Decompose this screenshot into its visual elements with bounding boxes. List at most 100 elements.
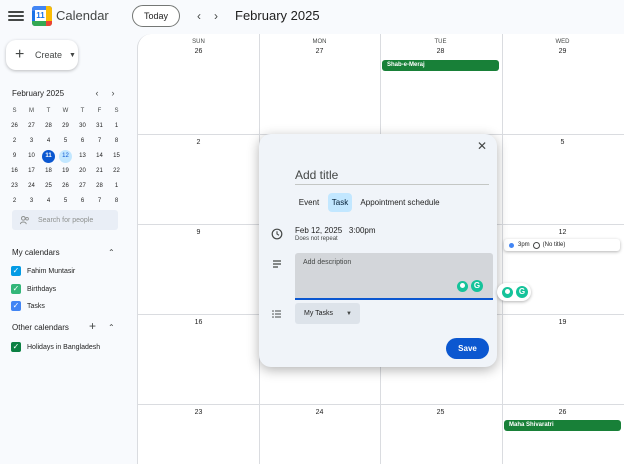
mini-day[interactable]: 28: [40, 120, 57, 133]
mini-day[interactable]: 6: [74, 135, 91, 148]
repeat-setting[interactable]: Does not repeat: [295, 236, 338, 242]
mini-day[interactable]: 2: [6, 135, 23, 148]
mini-day[interactable]: 4: [40, 135, 57, 148]
mini-day[interactable]: 9: [6, 150, 23, 163]
mini-calendar-prev-button[interactable]: ‹: [92, 88, 102, 98]
day-number[interactable]: 26: [502, 409, 623, 416]
grammarly-icon[interactable]: G: [516, 286, 528, 298]
tab-event[interactable]: Event: [295, 193, 323, 212]
mini-day[interactable]: 13: [74, 150, 91, 163]
mini-day[interactable]: 8: [108, 195, 125, 208]
checkbox-checked-icon[interactable]: ✓: [11, 301, 21, 311]
day-number[interactable]: 2: [138, 139, 259, 146]
checkbox-checked-icon[interactable]: ✓: [11, 284, 21, 294]
checkbox-checked-icon[interactable]: ✓: [11, 342, 21, 352]
event-shab-e-meraj[interactable]: Shab-e-Meraj: [382, 60, 499, 71]
mini-day[interactable]: 27: [23, 120, 40, 133]
mini-day[interactable]: 3: [23, 195, 40, 208]
search-people-input[interactable]: Search for people: [12, 210, 118, 230]
task-date[interactable]: Feb 12, 2025: [295, 226, 342, 235]
mini-day[interactable]: 24: [23, 180, 40, 193]
mini-day[interactable]: 10: [23, 150, 40, 163]
close-icon[interactable]: ✕: [477, 140, 487, 152]
day-number[interactable]: 26: [138, 48, 259, 55]
mini-day[interactable]: 1: [108, 120, 125, 133]
other-calendars-title[interactable]: Other calendars: [12, 323, 69, 332]
day-number[interactable]: 12: [502, 229, 623, 236]
tab-task[interactable]: Task: [328, 193, 352, 212]
grammarly-pin-icon[interactable]: [457, 281, 468, 292]
mini-day[interactable]: 29: [57, 120, 74, 133]
mini-day[interactable]: 7: [91, 195, 108, 208]
mini-day[interactable]: 19: [57, 165, 74, 178]
mini-day[interactable]: 21: [91, 165, 108, 178]
task-list-icon: [272, 310, 281, 318]
next-period-button[interactable]: ›: [210, 9, 222, 23]
mini-day[interactable]: 30: [74, 120, 91, 133]
mini-day[interactable]: 6: [74, 195, 91, 208]
tab-appointment-schedule[interactable]: Appointment schedule: [357, 193, 443, 212]
mini-day[interactable]: 8: [108, 135, 125, 148]
mini-day[interactable]: 1: [108, 180, 125, 193]
mini-weekday: F: [97, 108, 102, 114]
description-field[interactable]: G: [295, 253, 493, 300]
calendar-item-tasks[interactable]: ✓ Tasks: [11, 300, 45, 312]
mini-day[interactable]: 5: [57, 195, 74, 208]
mini-day[interactable]: 27: [74, 180, 91, 193]
mini-day[interactable]: 4: [40, 195, 57, 208]
create-button[interactable]: + Create ▼: [6, 40, 78, 70]
mini-calendar-next-button[interactable]: ›: [108, 88, 118, 98]
mini-day[interactable]: 15: [108, 150, 125, 163]
mini-day[interactable]: 5: [57, 135, 74, 148]
day-number[interactable]: 9: [138, 229, 259, 236]
grammarly-pin-icon[interactable]: [502, 287, 513, 298]
mini-day[interactable]: 3: [23, 135, 40, 148]
chevron-up-icon[interactable]: ⌃: [108, 323, 115, 332]
mini-day[interactable]: 26: [6, 120, 23, 133]
mini-day[interactable]: 25: [40, 180, 57, 193]
main-menu-icon[interactable]: [8, 9, 24, 25]
mini-day[interactable]: 2: [6, 195, 23, 208]
day-number[interactable]: 25: [380, 409, 501, 416]
calendar-item-fahim-muntasir[interactable]: ✓ Fahim Muntasir: [11, 265, 75, 277]
my-calendars-title[interactable]: My calendars: [12, 248, 60, 257]
mini-day[interactable]: 17: [23, 165, 40, 178]
task-list-select[interactable]: My Tasks ▼: [295, 303, 360, 324]
mini-day[interactable]: 22: [108, 165, 125, 178]
mini-day[interactable]: 20: [74, 165, 91, 178]
day-number[interactable]: 29: [502, 48, 623, 55]
day-number[interactable]: 19: [502, 319, 623, 326]
mini-calendar-weekdays: S M T W T F S: [6, 104, 126, 119]
checkbox-checked-icon[interactable]: ✓: [11, 266, 21, 276]
grammarly-floating-widget[interactable]: G: [497, 283, 531, 301]
previous-period-button[interactable]: ‹: [193, 9, 205, 23]
mini-day[interactable]: 28: [91, 180, 108, 193]
event-maha-shivaratri[interactable]: Maha Shivaratri: [504, 420, 621, 431]
calendar-item-holidays[interactable]: ✓ Holidays in Bangladesh: [11, 341, 100, 353]
mini-day[interactable]: 16: [6, 165, 23, 178]
mini-day[interactable]: 7: [91, 135, 108, 148]
day-number[interactable]: 27: [259, 48, 380, 55]
mini-day[interactable]: 26: [57, 180, 74, 193]
day-number[interactable]: 5: [502, 139, 623, 146]
task-time-value[interactable]: 3:00pm: [349, 226, 376, 235]
mini-day[interactable]: 23: [6, 180, 23, 193]
chevron-up-icon[interactable]: ⌃: [108, 248, 115, 257]
title-input[interactable]: [295, 166, 489, 185]
day-number[interactable]: 28: [380, 48, 501, 55]
task-event-chip[interactable]: 3pm (No title): [504, 239, 620, 251]
add-calendar-icon[interactable]: +: [89, 320, 96, 332]
day-number[interactable]: 16: [138, 319, 259, 326]
mini-day[interactable]: 31: [91, 120, 108, 133]
mini-day-today[interactable]: 11: [42, 150, 55, 163]
mini-day-selected[interactable]: 12: [59, 150, 72, 163]
plus-icon: +: [15, 46, 25, 63]
grammarly-icon[interactable]: G: [471, 280, 483, 292]
day-number[interactable]: 24: [259, 409, 380, 416]
today-button[interactable]: Today: [132, 5, 180, 27]
mini-day[interactable]: 14: [91, 150, 108, 163]
day-number[interactable]: 23: [138, 409, 259, 416]
calendar-item-birthdays[interactable]: ✓ Birthdays: [11, 283, 56, 295]
save-button[interactable]: Save: [446, 338, 489, 359]
mini-day[interactable]: 18: [40, 165, 57, 178]
